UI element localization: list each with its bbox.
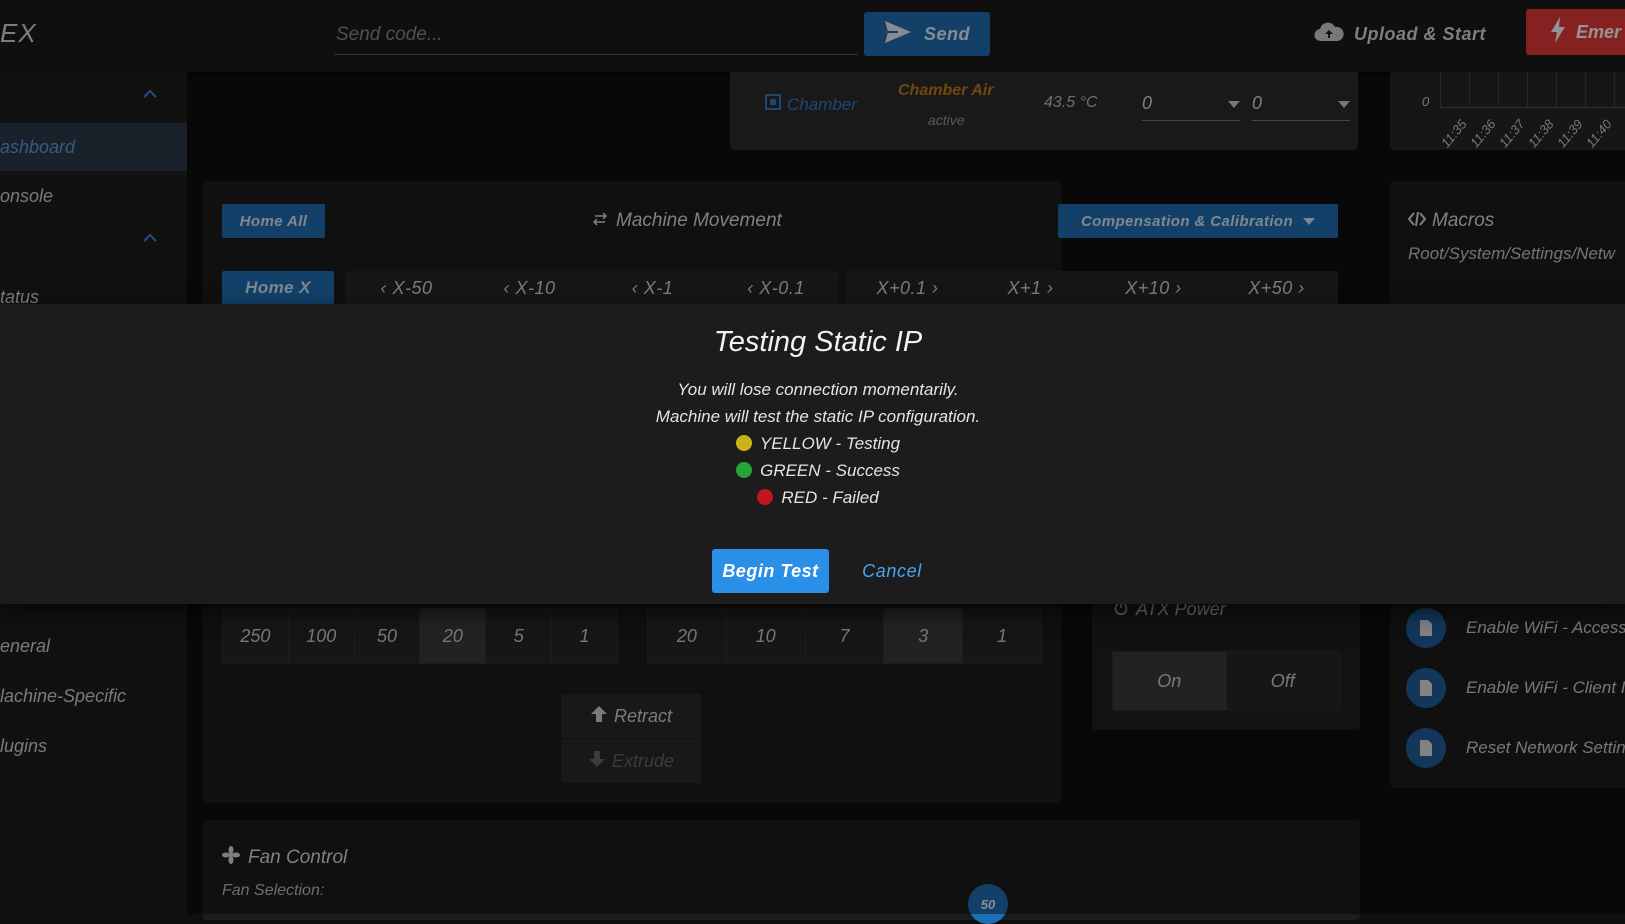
dialog-line-2: Machine will test the static IP configur… [655,407,981,426]
status-legend-green: GREEN - Success [0,461,1625,481]
legend-red-label: RED - Failed [781,488,879,507]
static-ip-test-dialog: Testing Static IP You will lose connecti… [0,304,1625,604]
legend-yellow-label: YELLOW - Testing [759,434,901,453]
status-legend-yellow: YELLOW - Testing [0,434,1625,454]
yellow-dot-icon [735,435,752,451]
begin-test-button[interactable]: Begin Test [712,549,829,593]
cancel-button[interactable]: Cancel [842,549,942,593]
green-dot-icon [736,462,753,478]
dialog-title: Testing Static IP [713,326,923,358]
status-legend-red: RED - Failed [0,488,1625,508]
legend-green-label: GREEN - Success [760,461,900,480]
dialog-line-1: You will lose connection momentarily. [677,380,959,399]
red-dot-icon [757,489,774,505]
